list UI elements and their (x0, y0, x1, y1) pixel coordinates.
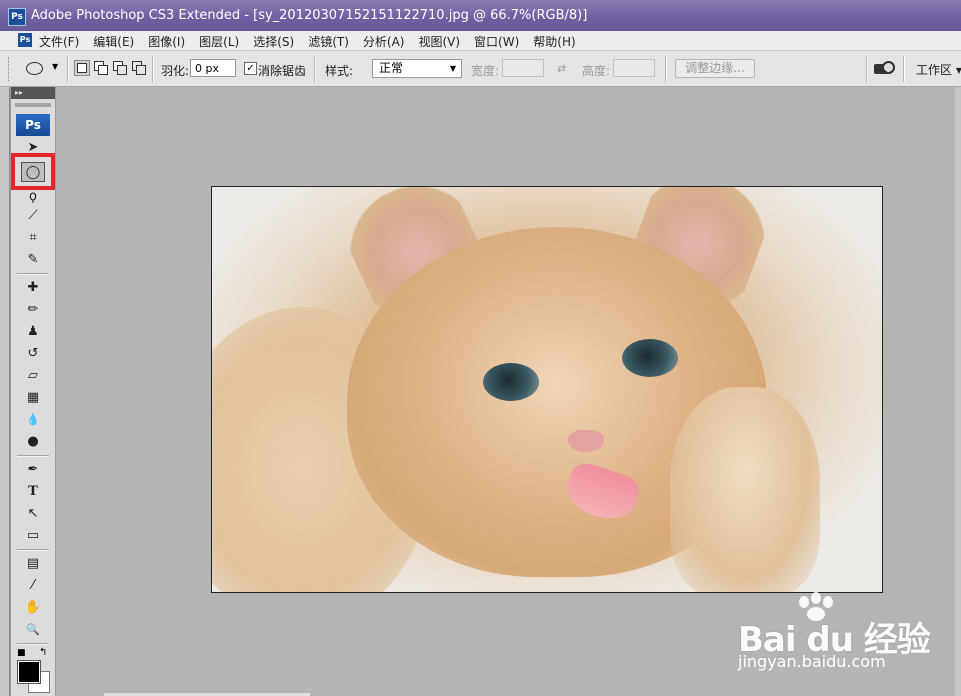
kitten-right-eye (622, 339, 678, 377)
divider (665, 56, 667, 82)
subtract-from-selection-button[interactable] (112, 60, 128, 76)
menu-items: 文件(F) 编辑(E) 图像(I) 图层(L) 选择(S) 滤镜(T) 分析(A… (39, 33, 590, 50)
menu-edit[interactable]: 编辑(E) (93, 33, 134, 50)
bridge-icon[interactable] (872, 60, 895, 76)
feather-input[interactable]: 0 px (190, 59, 236, 77)
swap-dimensions-icon[interactable]: ⇄ (557, 62, 566, 75)
style-select[interactable]: 正常 ▼ (372, 59, 462, 78)
menu-help[interactable]: 帮助(H) (533, 33, 575, 50)
width-input[interactable] (502, 59, 544, 77)
height-input[interactable] (613, 59, 655, 77)
workspace-menu[interactable]: 工作区 ▾ (916, 61, 961, 78)
menu-analysis[interactable]: 分析(A) (363, 33, 405, 50)
menu-image[interactable]: 图像(I) (148, 33, 185, 50)
menu-filter[interactable]: 滤镜(T) (308, 33, 349, 50)
default-colors-icon[interactable]: ■ (17, 648, 26, 658)
window-title: Adobe Photoshop CS3 Extended - [sy_20120… (31, 8, 588, 23)
chevron-down-icon: ▼ (449, 64, 456, 73)
toolbox: ▸▸ Ps ➤ ◯ ϙ ⟋ ⌗ ✎ ✚ ✏ ♟ ↺ ▱ ▦ 💧 ● ✒ T ↖ … (10, 87, 56, 696)
toolbox-collapse-icon[interactable]: ▸▸ (11, 87, 55, 99)
style-label: 样式: (325, 64, 354, 78)
menu-view[interactable]: 视图(V) (418, 33, 460, 50)
clone-stamp-tool-icon[interactable]: ♟ (21, 322, 45, 342)
magic-wand-tool-icon[interactable]: ⟋ (21, 206, 45, 226)
kitten-paw (670, 387, 820, 592)
antialias-checkbox[interactable]: ✓ (244, 62, 257, 75)
zoom-tool-icon[interactable]: 🔍 (21, 620, 45, 640)
style-select-value: 正常 (379, 61, 404, 75)
menu-layer[interactable]: 图层(L) (199, 33, 239, 50)
chevron-down-icon: ▼ (52, 62, 59, 71)
toolbox-grip[interactable] (15, 103, 51, 107)
menu-bar: Ps 文件(F) 编辑(E) 图像(I) 图层(L) 选择(S) 滤镜(T) 分… (0, 31, 961, 51)
options-bar: ▼ 羽化: 0 px ✓ 消除锯齿 样式: 正常 ▼ 宽度: ⇄ 高度: 调整边… (0, 51, 961, 87)
type-tool-icon[interactable]: T (21, 482, 45, 502)
history-brush-tool-icon[interactable]: ↺ (21, 344, 45, 364)
healing-brush-tool-icon[interactable]: ✚ (21, 278, 45, 298)
blur-tool-icon[interactable]: 💧 (21, 410, 45, 430)
left-edge-strip (0, 87, 10, 696)
divider (17, 549, 49, 551)
foreground-color-swatch[interactable] (17, 660, 41, 684)
divider (17, 643, 49, 645)
selection-mode-buttons (74, 60, 150, 76)
divider (152, 56, 154, 82)
watermark-url: jingyan.baidu.com (738, 652, 886, 671)
width-label: 宽度: (471, 64, 500, 78)
divider (17, 273, 49, 275)
crop-tool-icon[interactable]: ⌗ (21, 228, 45, 248)
path-selection-tool-icon[interactable]: ↖ (21, 504, 45, 524)
menu-window[interactable]: 窗口(W) (474, 33, 519, 50)
menu-file[interactable]: 文件(F) (39, 33, 79, 50)
antialias-label: 消除锯齿 (258, 64, 307, 78)
chevron-down-icon: ▾ (955, 63, 961, 77)
feather-label: 羽化: (161, 64, 190, 78)
hand-tool-icon[interactable]: ✋ (21, 598, 45, 618)
divider (903, 56, 905, 82)
add-to-selection-button[interactable] (93, 60, 109, 76)
lasso-tool-icon[interactable]: ϙ (21, 187, 45, 207)
divider (866, 56, 868, 82)
height-label: 高度: (582, 64, 611, 78)
ellipse-icon (26, 62, 43, 75)
menu-select[interactable]: 选择(S) (253, 33, 294, 50)
eraser-tool-icon[interactable]: ▱ (21, 366, 45, 386)
selected-tool-highlight (11, 153, 55, 190)
rectangle-tool-icon[interactable]: ▭ (21, 526, 45, 546)
photoshop-app-icon[interactable]: Ps (8, 8, 26, 26)
gradient-tool-icon[interactable]: ▦ (21, 388, 45, 408)
pen-tool-icon[interactable]: ✒ (21, 460, 45, 480)
kitten-left-eye (483, 363, 539, 401)
new-selection-button[interactable] (74, 60, 90, 76)
intersect-selection-button[interactable] (131, 60, 147, 76)
workspace-label: 工作区 (916, 63, 953, 77)
dodge-tool-icon[interactable]: ● (21, 432, 45, 452)
baidu-watermark: Bai du 经验 jingyan.baidu.com (730, 592, 931, 672)
refine-edge-button[interactable]: 调整边缘... (675, 59, 755, 78)
slice-tool-icon[interactable]: ✎ (21, 250, 45, 270)
document-icon[interactable]: Ps (18, 33, 32, 47)
right-edge-strip (955, 87, 961, 696)
swap-colors-icon[interactable]: ↰ (39, 647, 47, 658)
divider (67, 56, 69, 82)
divider (314, 56, 316, 82)
tool-preset-picker[interactable]: ▼ (24, 60, 60, 78)
document-canvas[interactable] (211, 186, 883, 593)
photoshop-logo[interactable]: Ps (16, 114, 50, 136)
options-bar-grip[interactable] (8, 57, 12, 81)
divider (17, 455, 49, 457)
eyedropper-tool-icon[interactable]: ⁄ (21, 576, 45, 596)
brush-tool-icon[interactable]: ✏ (21, 300, 45, 320)
kitten-nose (568, 430, 604, 452)
notes-tool-icon[interactable]: ▤ (21, 554, 45, 574)
title-bar: Ps Adobe Photoshop CS3 Extended - [sy_20… (0, 0, 961, 31)
